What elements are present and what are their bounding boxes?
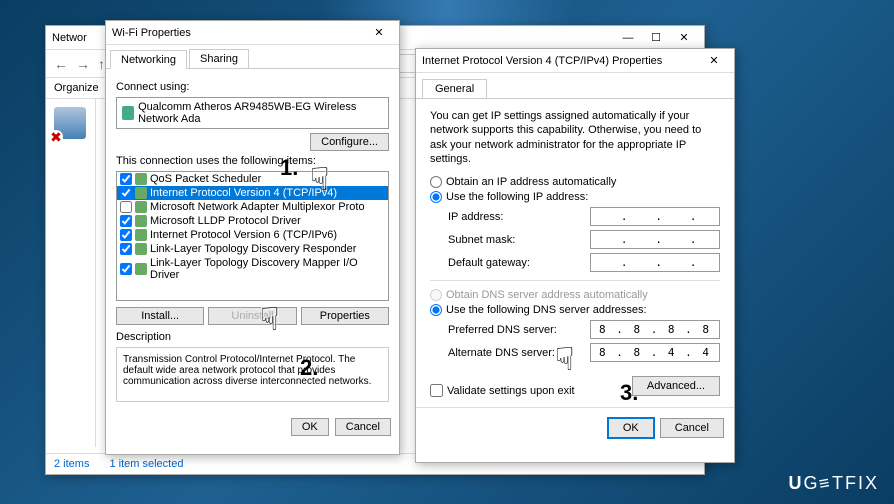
obtain-dns-radio: Obtain DNS server address automatically xyxy=(430,289,720,301)
annotation-three: 3. xyxy=(620,380,638,406)
item-checkbox[interactable] xyxy=(120,229,132,241)
info-text: You can get IP settings assigned automat… xyxy=(430,109,720,166)
close-button[interactable]: ✕ xyxy=(670,28,698,48)
list-item[interactable]: Internet Protocol Version 6 (TCP/IPv6) xyxy=(117,228,388,242)
adapter-icon xyxy=(122,106,134,120)
uninstall-button: Uninstall xyxy=(208,307,296,325)
subnet-row: Subnet mask: xyxy=(448,230,720,249)
ip-address-row: IP address: xyxy=(448,207,720,226)
ok-button[interactable]: OK xyxy=(608,418,654,438)
protocol-icon xyxy=(135,263,147,275)
gateway-row: Default gateway: xyxy=(448,253,720,272)
up-icon[interactable]: ↑ xyxy=(98,56,105,72)
preferred-dns-row: Preferred DNS server: xyxy=(448,320,720,339)
tab-sharing[interactable]: Sharing xyxy=(189,49,249,68)
wifi-titlebar: Wi-Fi Properties ✕ xyxy=(106,21,399,45)
protocol-icon xyxy=(135,201,147,213)
preferred-dns-input[interactable] xyxy=(590,320,720,339)
protocol-icon xyxy=(135,173,147,185)
back-icon[interactable]: ← xyxy=(54,56,68,72)
adapter-field: Qualcomm Atheros AR9485WB-EG Wireless Ne… xyxy=(116,97,389,129)
ip-address-input[interactable] xyxy=(590,207,720,226)
use-dns-radio[interactable]: Use the following DNS server addresses: xyxy=(430,304,720,316)
list-item[interactable]: QoS Packet Scheduler xyxy=(117,172,388,186)
maximize-button[interactable]: ☐ xyxy=(642,28,670,48)
list-item[interactable]: Link-Layer Topology Discovery Responder xyxy=(117,242,388,256)
network-adapter-icon[interactable] xyxy=(54,107,86,139)
subnet-input[interactable] xyxy=(590,230,720,249)
protocol-icon xyxy=(135,243,147,255)
ok-button[interactable]: OK xyxy=(291,418,329,436)
forward-icon[interactable]: → xyxy=(76,56,90,72)
item-checkbox[interactable] xyxy=(120,263,132,275)
cursor-icon: ☟ xyxy=(310,160,329,198)
item-checkbox[interactable] xyxy=(120,243,132,255)
description-text: Transmission Control Protocol/Internet P… xyxy=(116,347,389,402)
watermark: UG≡TFIX xyxy=(788,473,879,494)
minimize-button[interactable]: — xyxy=(614,28,642,48)
list-item-ipv4[interactable]: Internet Protocol Version 4 (TCP/IPv4) xyxy=(117,186,388,200)
cursor-icon: ☟ xyxy=(260,300,279,338)
protocol-icon xyxy=(135,215,147,227)
validate-checkbox-row[interactable]: Validate settings upon exit xyxy=(430,384,575,397)
protocol-icon xyxy=(135,187,147,199)
annotation-one: 1. xyxy=(280,155,298,181)
cancel-button[interactable]: Cancel xyxy=(335,418,391,436)
ipv4-properties-dialog: Internet Protocol Version 4 (TCP/IPv4) P… xyxy=(415,48,735,463)
connect-using-label: Connect using: xyxy=(116,81,389,93)
protocol-icon xyxy=(135,229,147,241)
item-checkbox[interactable] xyxy=(120,173,132,185)
list-item[interactable]: Link-Layer Topology Discovery Mapper I/O… xyxy=(117,256,388,282)
tab-networking[interactable]: Networking xyxy=(110,50,187,69)
status-item-count: 2 items xyxy=(54,458,89,470)
alternate-dns-row: Alternate DNS server: xyxy=(448,343,720,362)
annotation-two: 2. xyxy=(300,355,318,381)
properties-button[interactable]: Properties xyxy=(301,307,389,325)
close-button[interactable]: ✕ xyxy=(700,51,728,71)
explorer-sidebar xyxy=(46,99,96,447)
items-label: This connection uses the following items… xyxy=(116,155,389,167)
items-list[interactable]: QoS Packet Scheduler Internet Protocol V… xyxy=(116,171,389,301)
ipv4-title: Internet Protocol Version 4 (TCP/IPv4) P… xyxy=(422,55,700,67)
window-controls: — ☐ ✕ xyxy=(614,28,698,48)
wifi-tabs: Networking Sharing xyxy=(106,45,399,69)
list-item[interactable]: Microsoft LLDP Protocol Driver xyxy=(117,214,388,228)
install-button[interactable]: Install... xyxy=(116,307,204,325)
item-checkbox[interactable] xyxy=(120,215,132,227)
wifi-properties-dialog: Wi-Fi Properties ✕ Networking Sharing Co… xyxy=(105,20,400,455)
configure-button[interactable]: Configure... xyxy=(310,133,389,151)
use-ip-radio[interactable]: Use the following IP address: xyxy=(430,191,720,203)
status-selected-count: 1 item selected xyxy=(109,458,183,470)
description-label: Description xyxy=(116,331,389,343)
cancel-button[interactable]: Cancel xyxy=(660,418,724,438)
tab-general[interactable]: General xyxy=(422,79,487,98)
gateway-input[interactable] xyxy=(590,253,720,272)
close-button[interactable]: ✕ xyxy=(365,23,393,43)
alternate-dns-input[interactable] xyxy=(590,343,720,362)
cursor-icon: ☟ xyxy=(555,340,574,378)
advanced-button[interactable]: Advanced... xyxy=(632,376,720,396)
ipv4-titlebar: Internet Protocol Version 4 (TCP/IPv4) P… xyxy=(416,49,734,73)
adapter-name: Qualcomm Atheros AR9485WB-EG Wireless Ne… xyxy=(138,101,383,125)
item-checkbox[interactable] xyxy=(120,201,132,213)
validate-checkbox[interactable] xyxy=(430,384,443,397)
list-item[interactable]: Microsoft Network Adapter Multiplexor Pr… xyxy=(117,200,388,214)
obtain-ip-radio[interactable]: Obtain an IP address automatically xyxy=(430,176,720,188)
item-checkbox[interactable] xyxy=(120,187,132,199)
wifi-title: Wi-Fi Properties xyxy=(112,27,365,39)
